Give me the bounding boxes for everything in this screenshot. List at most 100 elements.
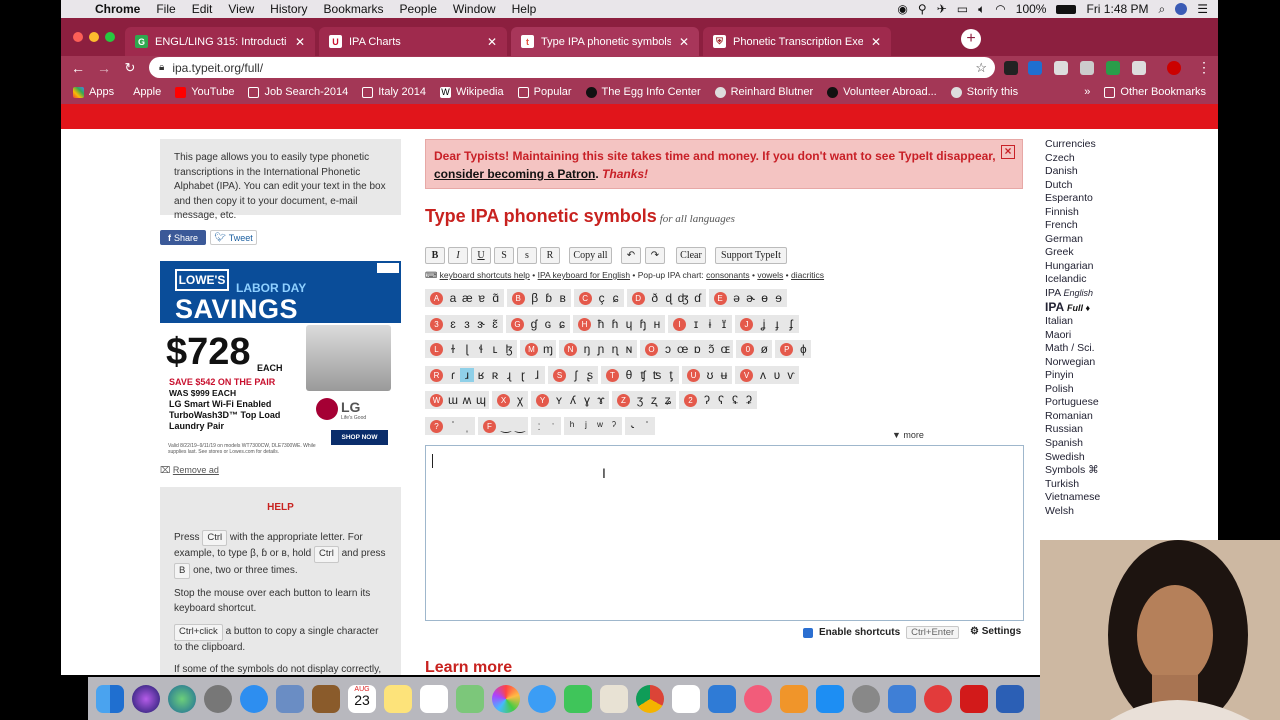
language-link[interactable]: Finnish — [1045, 206, 1100, 220]
support-typeit-button[interactable]: Support TypeIt — [715, 247, 787, 264]
settings-button[interactable]: ⚙ Settings — [970, 626, 1021, 637]
ipa-symbol-button[interactable]: ʉ — [717, 368, 731, 382]
ipa-symbol-button[interactable]: ɯ — [446, 393, 460, 407]
bookmark-popular[interactable]: Popular — [517, 86, 572, 98]
screen-record-icon[interactable]: ◉ — [897, 2, 907, 16]
ipa-symbol-button[interactable]: ‿ — [513, 419, 527, 433]
language-link[interactable]: Icelandic — [1045, 273, 1100, 287]
language-link[interactable]: Dutch — [1045, 179, 1100, 193]
siri-icon[interactable] — [132, 684, 160, 713]
ipa-symbol-button[interactable]: ɛ̃ — [488, 317, 502, 331]
subscript-button[interactable]: s — [517, 247, 537, 264]
extension-grey-icon[interactable] — [1080, 61, 1094, 75]
ipa-symbol-button[interactable]: ʦ — [650, 368, 664, 382]
ipa-symbol-button[interactable]: ð — [648, 291, 662, 305]
ipa-symbol-button[interactable]: ⱱ — [784, 368, 798, 382]
ipa-symbol-button[interactable]: ɸ — [796, 342, 810, 356]
ipa-symbol-button[interactable]: ɲ — [594, 342, 608, 356]
ipa-symbol-button[interactable]: ˌ — [460, 419, 474, 433]
menu-edit[interactable]: Edit — [184, 2, 221, 16]
ipa-symbol-button[interactable]: ʰ — [565, 419, 579, 433]
more-bookmarks-icon[interactable]: » — [1084, 86, 1090, 98]
language-link[interactable]: Esperanto — [1045, 192, 1100, 206]
volume-icon[interactable]: 🔈︎ — [978, 2, 985, 17]
language-link[interactable]: Danish — [1045, 165, 1100, 179]
back-icon[interactable]: ← — [65, 60, 91, 76]
bookmark-storify[interactable]: Storify this — [950, 86, 1018, 98]
ipa-symbol-button[interactable]: ɽ — [516, 368, 530, 382]
bookmark-egg-info[interactable]: The Egg Info Center — [585, 86, 701, 98]
calendar-icon[interactable]: AUG 23 — [348, 684, 376, 713]
english-keyboard-link[interactable]: IPA keyboard for English — [538, 270, 630, 280]
extension-green-icon[interactable] — [1106, 61, 1120, 75]
ipa-symbol-button[interactable]: ɣ — [580, 393, 594, 407]
books-icon[interactable] — [780, 684, 808, 713]
menu-people[interactable]: People — [392, 2, 445, 16]
bookmark-volunteer[interactable]: Volunteer Abroad... — [827, 86, 937, 98]
language-link[interactable]: Portuguese — [1045, 396, 1100, 410]
bookmark-star-icon[interactable]: ☆ — [975, 60, 987, 76]
patron-link[interactable]: consider becoming a Patron — [434, 167, 595, 181]
ipa-symbol-button[interactable]: ɕ — [609, 291, 623, 305]
ipa-symbol-button[interactable]: ʝ — [756, 317, 770, 331]
minimize-window-icon[interactable] — [89, 32, 99, 42]
ipa-symbol-button[interactable]: ŋ — [580, 342, 594, 356]
user-icon[interactable] — [1175, 3, 1188, 15]
remove-ad-link[interactable]: ⌧ Remove ad — [160, 465, 219, 476]
extension-dropbox-icon[interactable] — [1028, 61, 1042, 75]
language-link[interactable]: Swedish — [1045, 451, 1100, 465]
ipa-symbol-button[interactable]: ɢ — [541, 317, 555, 331]
ipa-symbol-button[interactable]: ɰ — [474, 393, 488, 407]
forward-icon[interactable]: → — [91, 60, 117, 76]
ipa-symbol-button[interactable]: ʏ — [552, 393, 566, 407]
menu-file[interactable]: File — [148, 2, 183, 16]
menu-history[interactable]: History — [262, 2, 315, 16]
messages-icon[interactable] — [528, 684, 556, 713]
extension-light-icon[interactable] — [1132, 61, 1146, 75]
language-link[interactable]: IPA English — [1045, 287, 1100, 301]
ipa-symbol-button[interactable]: ʡ — [742, 393, 756, 407]
ipa-symbol-button[interactable]: ɶ — [718, 342, 732, 356]
language-link[interactable]: Maori — [1045, 329, 1100, 343]
language-link[interactable]: Currencies — [1045, 138, 1100, 152]
itunes-icon[interactable] — [744, 684, 772, 713]
language-link[interactable]: IPA Full ♦ — [1045, 300, 1100, 316]
bookmark-reinhard[interactable]: Reinhard Blutner — [714, 86, 813, 98]
ipa-symbol-button[interactable]: ç — [595, 291, 609, 305]
system-preferences-icon[interactable] — [852, 684, 880, 713]
bookmark-wikipedia[interactable]: W Wikipedia — [439, 86, 504, 98]
redo-button[interactable]: ↷ — [645, 247, 665, 264]
more-link[interactable]: ▼ more — [892, 430, 924, 440]
extension-doc-icon[interactable] — [1054, 61, 1068, 75]
ipa-symbol-button[interactable]: ɔ — [661, 342, 675, 356]
chrome-icon[interactable] — [636, 684, 664, 713]
ipa-symbol-button[interactable]: ˈ — [640, 419, 654, 433]
ipa-symbol-button[interactable]: ʢ — [728, 393, 742, 407]
notes-icon[interactable] — [384, 684, 412, 713]
strike-button[interactable]: S — [494, 247, 514, 264]
clear-button[interactable]: Clear — [676, 247, 706, 264]
ipa-symbol-button[interactable]: ʊ — [703, 368, 717, 382]
textedit-icon[interactable] — [600, 684, 628, 713]
advertisement[interactable]: LOWE'S LABOR DAY SAVINGS $728 EACH SAVE … — [160, 261, 401, 461]
ipa-symbol-button[interactable]: ʔ — [700, 393, 714, 407]
ipa-symbol-button[interactable]: ʃ — [569, 368, 583, 382]
ipa-symbol-button[interactable]: ʄ — [784, 317, 798, 331]
tab-phonetic-transcription[interactable]: ⛨ Phonetic Transcription Exercis ✕ — [703, 27, 891, 56]
ipa-symbol-button[interactable]: ɱ — [541, 342, 555, 356]
language-link[interactable]: Hungarian — [1045, 260, 1100, 274]
reload-icon[interactable]: ↻ — [117, 60, 143, 76]
ipa-text-area[interactable]: I — [425, 445, 1024, 621]
launchpad-icon[interactable] — [204, 684, 232, 713]
ipa-symbol-button[interactable]: ħ — [594, 317, 608, 331]
close-window-icon[interactable] — [73, 32, 83, 42]
consonants-link[interactable]: consonants — [706, 270, 749, 280]
address-bar[interactable]: 🔒︎ ipa.typeit.org/full/ ☆ — [149, 57, 995, 78]
copy-all-button[interactable]: Copy all — [569, 247, 612, 264]
ipa-symbol-button[interactable]: ɦ — [608, 317, 622, 331]
ipa-symbol-button[interactable]: a — [446, 291, 460, 305]
tab-type-ipa[interactable]: t Type IPA phonetic symbols - on ✕ — [511, 27, 699, 56]
ipa-symbol-button[interactable]: ‿ — [499, 419, 513, 433]
ipa-symbol-button[interactable]: ɤ — [594, 393, 608, 407]
ipa-symbol-button[interactable]: ʲ — [579, 419, 593, 433]
